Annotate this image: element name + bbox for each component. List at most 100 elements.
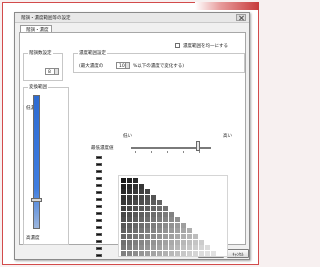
gradient-cell: [163, 250, 168, 256]
density-swatch: [96, 191, 102, 194]
gradient-cell: [121, 234, 126, 239]
gradient-cell: [145, 234, 150, 239]
gradient-cell: [121, 228, 126, 234]
gradient-cell: [151, 200, 156, 206]
gradient-cell: [157, 211, 162, 217]
close-icon[interactable]: [236, 14, 246, 21]
gradation-group: 階調数設定: [23, 50, 63, 81]
uniform-density-checkbox[interactable]: [175, 43, 180, 48]
gradient-cell: [145, 222, 150, 228]
gradient-cell: [133, 228, 138, 234]
gradient-cell: [169, 211, 174, 217]
density-swatch: [96, 233, 102, 236]
gradient-cell: [163, 217, 168, 223]
gradient-cell: [169, 234, 174, 239]
density-swatch: [96, 177, 102, 180]
gradient-cell: [181, 228, 186, 234]
gradient-cell: [151, 245, 156, 251]
gradient-cell: [163, 206, 168, 211]
gradient-cell: [181, 245, 186, 251]
gradient-cell: [139, 228, 144, 234]
gradation-count-spinner[interactable]: 8: [45, 68, 59, 75]
spinner-arrows-icon[interactable]: [125, 63, 129, 68]
gradient-cell: [187, 239, 192, 245]
spinner-arrows-icon[interactable]: [54, 69, 58, 74]
gradient-cell: [145, 189, 150, 195]
gradient-cell: [139, 239, 144, 245]
density-range-value: 10: [119, 64, 125, 69]
gradient-cell: [127, 217, 132, 223]
density-slider-thumb[interactable]: [196, 141, 200, 151]
gradient-cell: [127, 206, 132, 211]
gradient-cell: [121, 250, 126, 256]
gradient-cell: [145, 206, 150, 211]
gradient-cell: [145, 211, 150, 217]
gradient-cell: [127, 189, 132, 195]
cancel-button[interactable]: ｷｬﾝｾﾙ: [227, 249, 249, 258]
gradient-cell: [175, 239, 180, 245]
density-range-spinner[interactable]: 10: [116, 62, 130, 69]
gradient-cell: [133, 217, 138, 223]
density-gradient-table: [118, 175, 228, 257]
gradient-cell: [151, 239, 156, 245]
gradient-cell: [127, 245, 132, 251]
gradient-cell: [169, 245, 174, 251]
gradient-cell: [127, 222, 132, 228]
gradient-cell: [139, 206, 144, 211]
gradient-cell: [127, 183, 132, 189]
gradient-cell: [187, 245, 192, 251]
gradient-cell: [181, 250, 186, 256]
gradient-cell: [121, 189, 126, 195]
gradient-cell: [199, 250, 204, 256]
gradient-cell: [121, 211, 126, 217]
slider-tick: [167, 151, 168, 153]
gradient-cell: [199, 245, 204, 251]
gradation-group-label: 階調数設定: [28, 50, 53, 56]
conversion-range-bar[interactable]: [33, 95, 40, 229]
density-swatch: [96, 198, 102, 201]
gradient-cell: [163, 222, 168, 228]
density-swatch: [96, 254, 102, 257]
gradient-cell: [145, 228, 150, 234]
slider-tick: [199, 151, 200, 153]
gradient-cell: [127, 234, 132, 239]
slider-tick: [183, 151, 184, 153]
gradient-cell: [163, 228, 168, 234]
density-swatch: [96, 184, 102, 187]
dialog-title: 階調・濃度範囲等の設定: [21, 16, 71, 21]
gradient-cell: [121, 178, 126, 183]
gradient-cell: [169, 222, 174, 228]
gradient-cell: [139, 234, 144, 239]
gradient-cell: [139, 183, 144, 189]
gradient-cell: [121, 239, 126, 245]
gradient-cell: [157, 206, 162, 211]
cancel-button-label: ｷｬﾝｾﾙ: [232, 253, 244, 258]
density-range-prefix: (最大濃度の: [79, 64, 104, 69]
gradient-cell: [157, 217, 162, 223]
gradient-cell: [181, 239, 186, 245]
gradient-cell: [175, 217, 180, 223]
gradient-cell: [133, 222, 138, 228]
density-swatch: [96, 240, 102, 243]
gradient-cell: [133, 183, 138, 189]
density-swatch: [96, 226, 102, 229]
conversion-range-group-label: 変換範囲: [28, 84, 48, 90]
gradient-cell: [187, 228, 192, 234]
gradient-cell: [169, 250, 174, 256]
gradient-cell: [151, 234, 156, 239]
conversion-range-handle[interactable]: [31, 198, 42, 202]
density-swatch: [96, 156, 102, 159]
gradient-cell: [127, 228, 132, 234]
gradient-cell: [121, 194, 126, 200]
gradient-cell: [133, 206, 138, 211]
gradient-cell: [127, 194, 132, 200]
scale-guide-line: [23, 105, 24, 220]
density-swatch: [96, 247, 102, 250]
gradient-cell: [145, 194, 150, 200]
gradient-cell: [157, 200, 162, 206]
gradient-cell: [127, 178, 132, 183]
gradient-cell: [121, 206, 126, 211]
gradient-cell: [151, 194, 156, 200]
title-bar: 階調・濃度範囲等の設定: [15, 13, 249, 23]
gradient-cell: [157, 239, 162, 245]
